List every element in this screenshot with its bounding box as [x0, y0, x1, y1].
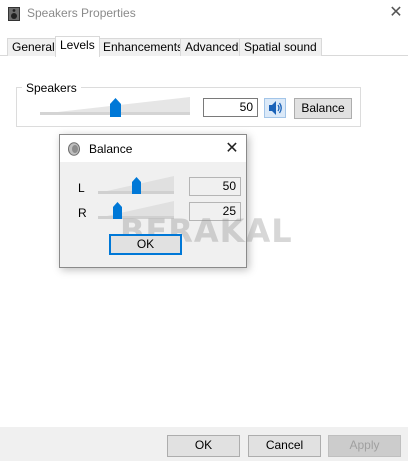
left-channel-label: L: [78, 181, 85, 195]
speaker-icon: [269, 101, 282, 115]
balance-button[interactable]: Balance: [294, 98, 352, 119]
close-icon[interactable]: ✕: [386, 3, 406, 23]
tab-spatial-sound[interactable]: Spatial sound: [239, 38, 322, 56]
window-title: Speakers Properties: [27, 6, 136, 20]
tab-enhancements[interactable]: Enhancements: [98, 38, 189, 56]
cancel-button[interactable]: Cancel: [248, 435, 321, 457]
tab-advanced[interactable]: Advanced: [180, 38, 244, 56]
balance-dialog-titlebar: [60, 135, 246, 162]
balance-dialog-title: Balance: [89, 142, 133, 156]
speakers-group-label: Speakers: [22, 81, 81, 95]
ok-button[interactable]: OK: [167, 435, 240, 457]
balance-ok-button[interactable]: OK: [109, 234, 182, 255]
tab-strip: General Levels Enhancements Advanced Spa…: [0, 36, 408, 57]
left-channel-thumb[interactable]: [131, 177, 141, 194]
tab-levels[interactable]: Levels: [55, 36, 100, 57]
speaker-dialog-icon: [68, 142, 80, 156]
mute-button[interactable]: [264, 98, 286, 118]
speaker-app-icon: [8, 7, 20, 21]
apply-button[interactable]: Apply: [328, 435, 401, 457]
tab-general[interactable]: General: [7, 38, 60, 56]
right-channel-label: R: [78, 206, 87, 220]
speakers-volume-thumb[interactable]: [109, 98, 121, 117]
left-channel-value[interactable]: 50: [189, 177, 241, 196]
close-icon[interactable]: ✕: [222, 139, 242, 159]
speakers-volume-field[interactable]: 50: [203, 98, 258, 117]
